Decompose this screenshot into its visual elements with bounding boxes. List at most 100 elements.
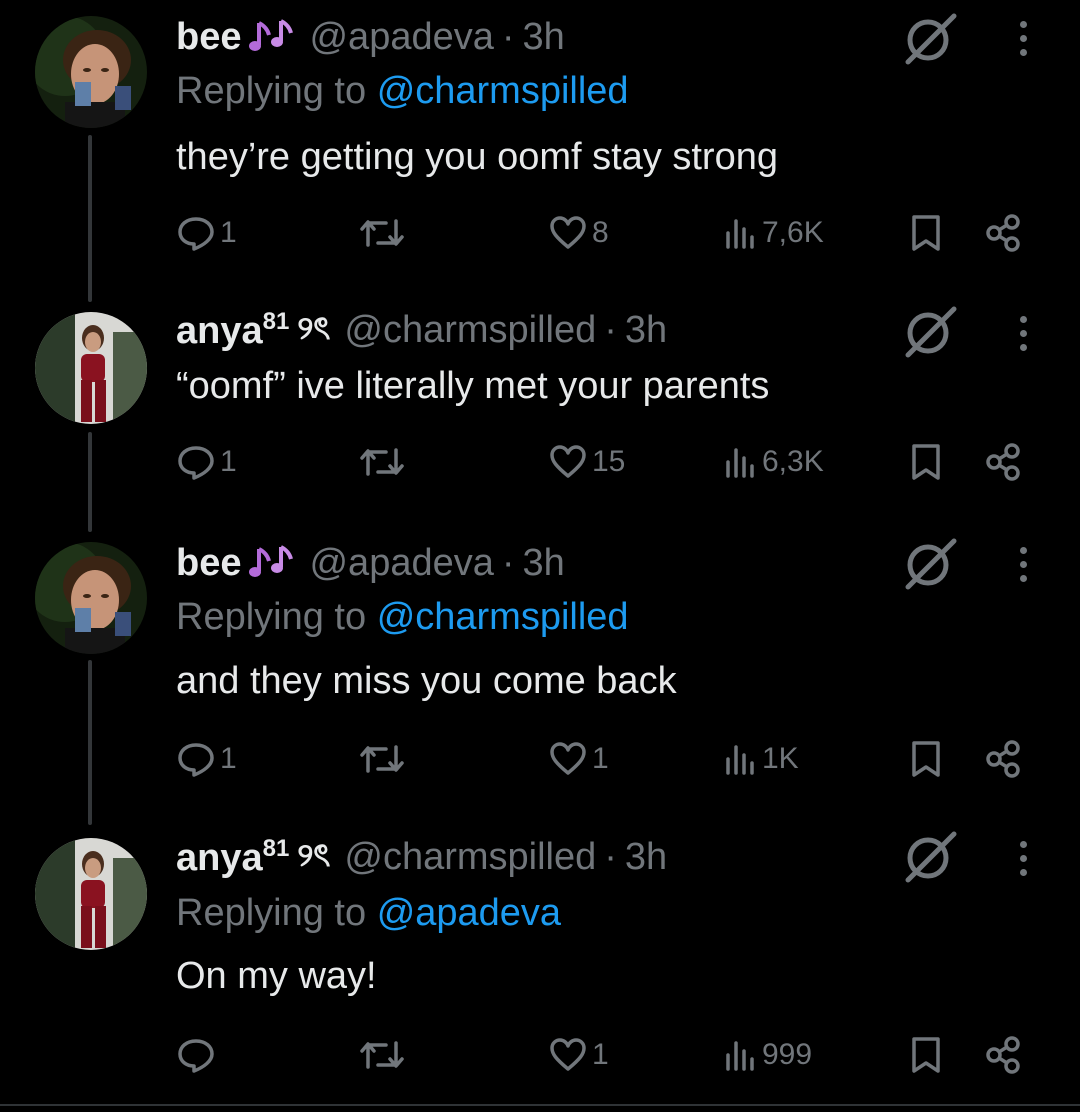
replying-to: Replying to @charmspilled [176,596,629,639]
reply-button[interactable] [176,1030,220,1080]
view-count: 7,6K [762,216,824,249]
like-button[interactable]: 15 [548,437,625,487]
tweet-text: and they miss you come back [176,660,677,702]
avatar-anya[interactable] [35,312,147,424]
views-icon [726,745,754,775]
timestamp[interactable]: 3h [625,309,667,352]
reply-count: 1 [220,445,237,478]
views-button[interactable]: 7,6K [722,208,824,258]
views-button[interactable]: 1K [722,734,799,784]
share-button[interactable] [984,208,1024,258]
view-count: 999 [762,1038,813,1071]
tweet-actions: 1 1 1K [0,734,1080,784]
repost-button[interactable] [358,208,406,258]
grok-icon[interactable] [900,10,960,66]
views-icon [726,219,754,249]
share-icon [986,1036,1020,1074]
replying-to-label: Replying to [176,70,367,112]
share-button[interactable] [984,437,1024,487]
reply-count: 1 [220,742,237,775]
tweet-actions: 1 8 7,6K [0,208,1080,258]
bookmark-button[interactable] [908,437,944,487]
divider [0,1104,1080,1106]
bookmark-icon [912,741,940,777]
more-options-icon[interactable] [1003,305,1043,361]
handle[interactable]: @charmspilled [344,309,596,352]
more-options-icon[interactable] [1003,10,1043,66]
display-name[interactable]: bee [176,542,241,585]
timestamp[interactable]: 3h [625,836,667,879]
display-name[interactable]: anya81 [176,835,289,880]
avatar-bee[interactable] [35,16,147,128]
like-count: 1 [592,1038,609,1071]
reply-button[interactable]: 1 [176,437,237,487]
timestamp[interactable]: 3h [523,542,565,585]
avatar-anya[interactable] [35,838,147,950]
grok-icon[interactable] [900,828,960,884]
repost-button[interactable] [358,734,406,784]
reply-thread: bee @apadeva · 3h Replying to @charmspil… [0,0,1080,1112]
share-button[interactable] [984,1030,1024,1080]
display-name[interactable]: bee [176,16,241,59]
repost-icon [360,745,404,773]
views-button[interactable]: 999 [722,1030,812,1080]
tweet-text: On my way! [176,955,377,997]
grok-icon[interactable] [900,535,960,591]
tweet-actions: 1 999 [0,1030,1080,1080]
heart-icon [550,216,586,249]
views-button[interactable]: 6,3K [722,437,824,487]
like-count: 15 [592,445,626,478]
repost-button[interactable] [358,437,406,487]
name-decoration: ୨ৎ [297,310,331,346]
display-name[interactable]: anya81 [176,308,289,353]
reply-icon [178,743,214,777]
tweet-actions: 1 15 6,3K [0,437,1080,487]
bookmark-button[interactable] [908,208,944,258]
bookmark-icon [912,215,940,251]
reply-button[interactable]: 1 [176,734,237,784]
tweet-text: “oomf” ive literally met your parents [176,365,770,407]
views-icon [726,448,754,478]
like-count: 1 [592,742,609,775]
mention-link[interactable]: @apadeva [377,892,561,934]
display-name-superscript: 81 [262,834,290,862]
like-count: 8 [592,216,609,249]
mention-link[interactable]: @charmspilled [377,70,629,112]
replying-to-label: Replying to [176,596,367,638]
separator-dot: · [604,835,617,878]
handle[interactable]: @apadeva [309,16,493,59]
more-options-icon[interactable] [1003,536,1043,592]
repost-button[interactable] [358,1030,406,1080]
separator-dot: · [604,308,617,351]
grok-icon[interactable] [900,303,960,359]
repost-icon [360,219,404,247]
like-button[interactable]: 1 [548,734,609,784]
share-icon [986,443,1020,481]
share-button[interactable] [984,734,1024,784]
separator-dot: · [501,15,515,58]
mention-link[interactable]: @charmspilled [377,596,629,638]
bookmark-button[interactable] [908,1030,944,1080]
heart-icon [550,742,586,775]
share-icon [986,214,1020,252]
bookmark-button[interactable] [908,734,944,784]
more-options-icon[interactable] [1003,830,1043,886]
tweet-text: they’re getting you oomf stay strong [176,136,778,178]
repost-icon [360,1041,404,1069]
handle[interactable]: @apadeva [309,542,493,585]
tweet-header: anya81 ୨ৎ @charmspilled · 3h [176,305,667,355]
separator-dot: · [501,541,515,584]
name-decoration: ୨ৎ [297,837,331,873]
like-button[interactable]: 1 [548,1030,609,1080]
display-name-superscript: 81 [262,307,290,335]
like-button[interactable]: 8 [548,208,609,258]
tweet-header: anya81 ୨ৎ @charmspilled · 3h [176,832,667,882]
avatar-bee[interactable] [35,542,147,654]
display-name-text: anya [176,309,263,352]
handle[interactable]: @charmspilled [344,836,596,879]
view-count: 6,3K [762,445,824,478]
reply-count: 1 [220,216,237,249]
timestamp[interactable]: 3h [523,16,565,59]
reply-button[interactable]: 1 [176,208,237,258]
share-icon [986,740,1020,778]
